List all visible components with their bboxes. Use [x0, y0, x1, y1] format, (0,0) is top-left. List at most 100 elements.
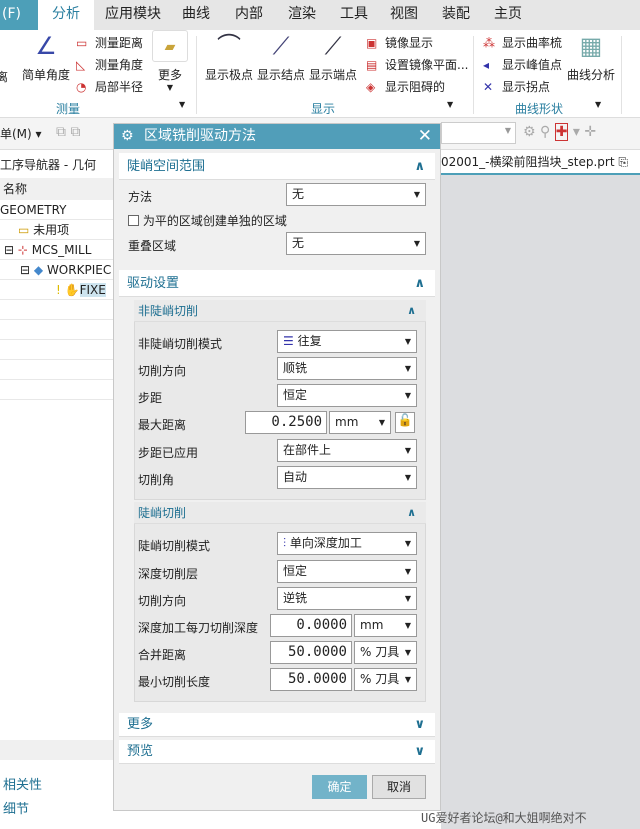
menu-tab-render[interactable]: 渲染	[278, 0, 326, 30]
nonsteep-pattern-label: 非陡峭切削模式	[138, 337, 223, 351]
show-knots-button[interactable]: ⟋ 显示结点	[257, 30, 305, 83]
ribbon: 离 ∠ 简单角度 ▭ 测量距离 ◺ 测量角度 ◔ 局部半径 ▰ 更多 ▼ 测量 ▼ ⌒ 显示极…	[0, 30, 640, 118]
steep-direction-select[interactable]: 逆铣	[277, 587, 417, 610]
tree-row[interactable]: ! ✋FIXE	[0, 280, 113, 300]
folder-icon: ▭	[18, 223, 30, 237]
local-radius-button[interactable]: ◔ 局部半径	[76, 78, 143, 95]
menu-tab-home[interactable]: 主页	[484, 0, 532, 30]
menu-dropdown[interactable]: 单(M) ▾	[0, 125, 42, 142]
group-label-curve-shape: 曲线形状	[515, 102, 564, 116]
more-button[interactable]: ▰ 更多 ▼	[151, 30, 189, 92]
steep-pattern-select[interactable]: ⫶ 单向深度加工	[277, 532, 417, 555]
separate-flat-regions-checkbox[interactable]: 为平的区域创建单独的区域	[128, 212, 287, 229]
menu-tab-applications[interactable]: 应用模块	[95, 0, 171, 30]
method-select[interactable]: 无	[286, 183, 426, 206]
divider	[621, 36, 622, 114]
mirror-display-button[interactable]: ▣ 镜像显示	[366, 34, 433, 51]
close-icon[interactable]: ✕	[418, 124, 432, 149]
tree-label: WORKPIEC	[46, 263, 112, 277]
filter-select[interactable]: ▼	[441, 122, 516, 144]
subsection-nonsteep[interactable]: 非陡峭切削 ∧	[134, 300, 426, 322]
mirror-plane-icon: ▤	[366, 58, 378, 72]
analyzer-icon: ▦	[579, 32, 603, 60]
show-poles-button[interactable]: ⌒ 显示极点	[205, 30, 253, 83]
menu-tab-tools[interactable]: 工具	[330, 0, 378, 30]
tree-row[interactable]: ⊟ ◆ WORKPIEC	[0, 260, 113, 280]
depth-per-cut-unit-select[interactable]: mm	[354, 614, 417, 637]
stepover-select[interactable]: 恒定	[277, 384, 417, 407]
measure-distance-button[interactable]: ▭ 测量距离	[76, 34, 143, 51]
depth-per-cut-input[interactable]: 0.0000	[270, 614, 352, 637]
section-steep-range[interactable]: 陡峭空间范围 ∧	[119, 153, 435, 180]
menu-tab-view[interactable]: 视图	[380, 0, 428, 30]
chevron-down-icon[interactable]: ∨	[414, 713, 425, 737]
operation-icon: ✋	[64, 283, 80, 297]
details-panel-header[interactable]: 细节	[3, 798, 29, 817]
more-label: 更多	[157, 68, 182, 82]
tree-row[interactable]: ⊟ ⊹ MCS_MILL	[0, 240, 113, 260]
menu-tab-file[interactable]: (F)	[0, 0, 38, 30]
ok-button[interactable]: 确定	[312, 775, 367, 799]
show-curvature-comb-button[interactable]: ⁂ 显示曲率梳	[483, 34, 562, 51]
section-preview[interactable]: 预览 ∨	[119, 740, 435, 764]
checkbox[interactable]	[128, 215, 139, 226]
max-distance-unit-select[interactable]: mm	[329, 411, 391, 434]
cut-angle-label: 切削角	[138, 473, 175, 487]
menu-label: 单(M)	[0, 127, 32, 141]
overlap-select[interactable]: 无	[286, 232, 426, 255]
stepover-applied-select[interactable]: 在部件上	[277, 439, 417, 462]
section-drive-settings[interactable]: 驱动设置 ∧	[119, 270, 435, 297]
group-expand-icon[interactable]: ▼	[595, 100, 601, 109]
depth-cut-icon: ⫶	[283, 536, 287, 550]
toolbar-icons-right[interactable]: ⚙ ⚲ ✚ ▾ ✛	[523, 123, 596, 141]
max-distance-input[interactable]: 0.2500	[245, 411, 327, 434]
graphics-viewport[interactable]: UG爱好者论坛@和大姐啊绝对不	[421, 175, 640, 829]
select-value: 单向深度加工	[289, 536, 362, 550]
menu-tab-assembly[interactable]: 装配	[432, 0, 480, 30]
show-endpoints-button[interactable]: ⟋ 显示端点	[309, 30, 357, 83]
simple-angle-button[interactable]: ∠ 简单角度	[22, 30, 70, 83]
show-obstruct-button[interactable]: ◈ 显示阻碍的	[366, 78, 445, 95]
column-header-name[interactable]: 名称	[0, 178, 113, 200]
show-inflection-button[interactable]: ✕ 显示拐点	[483, 78, 550, 95]
merge-distance-input[interactable]: 50.0000	[270, 641, 352, 664]
measure-angle-button[interactable]: ◺ 测量角度	[76, 56, 143, 73]
measure-distance-large-button[interactable]: 离	[0, 68, 8, 85]
cancel-button[interactable]: 取消	[372, 775, 426, 799]
chevron-down-icon[interactable]: ∨	[414, 740, 425, 764]
menu-tab-internal[interactable]: 内部	[225, 0, 273, 30]
show-peak-button[interactable]: ◂ 显示峰值点	[483, 56, 562, 73]
cut-angle-select[interactable]: 自动	[277, 466, 417, 489]
min-cut-length-unit-select[interactable]: % 刀具	[354, 668, 417, 691]
menu-tab-analysis[interactable]: 分析	[38, 0, 94, 30]
nonsteep-pattern-select[interactable]: ☰ 往复	[277, 330, 417, 353]
group-expand-icon[interactable]: ▼	[447, 100, 453, 109]
section-more[interactable]: 更多 ∨	[119, 713, 435, 737]
dialog-title-bar[interactable]: ⚙ 区域铣削驱动方法 ✕	[114, 124, 440, 149]
related-panel-header[interactable]: 相关性	[3, 774, 42, 793]
min-cut-length-input[interactable]: 50.0000	[270, 668, 352, 691]
chevron-up-icon[interactable]: ∧	[407, 300, 416, 322]
depth-levels-select[interactable]: 恒定	[277, 560, 417, 583]
lock-icon[interactable]: 🔓	[395, 412, 415, 433]
nonsteep-direction-select[interactable]: 顺铣	[277, 357, 417, 380]
chevron-up-icon[interactable]: ∧	[407, 502, 416, 524]
file-tab[interactable]: 02001_-横梁前阻挡块_step.prt ⎘	[441, 150, 640, 175]
tree-row[interactable]: ▭ 未用项	[0, 220, 113, 240]
chevron-up-icon[interactable]: ∧	[414, 270, 425, 297]
menu-tab-curve[interactable]: 曲线	[172, 0, 220, 30]
set-mirror-plane-button[interactable]: ▤ 设置镜像平面...	[366, 56, 468, 73]
tree-row[interactable]: GEOMETRY	[0, 200, 113, 220]
depth-per-cut-label: 深度加工每刀切削深度	[138, 621, 259, 635]
toolbar-icons[interactable]: ⧉ ⧉	[56, 124, 80, 140]
chevron-up-icon[interactable]: ∧	[414, 153, 425, 180]
curve-analysis-button[interactable]: ▦ 曲线分析	[567, 30, 615, 83]
method-label: 方法	[128, 190, 153, 204]
show-knots-label: 显示结点	[257, 68, 306, 82]
min-cut-length-label: 最小切削长度	[138, 675, 211, 689]
horizontal-scrollbar[interactable]	[0, 740, 113, 760]
mirror-display-label: 镜像显示	[385, 36, 434, 50]
group-expand-icon[interactable]: ▼	[179, 100, 185, 109]
merge-distance-unit-select[interactable]: % 刀具	[354, 641, 417, 664]
subsection-steep[interactable]: 陡峭切削 ∧	[134, 502, 426, 524]
